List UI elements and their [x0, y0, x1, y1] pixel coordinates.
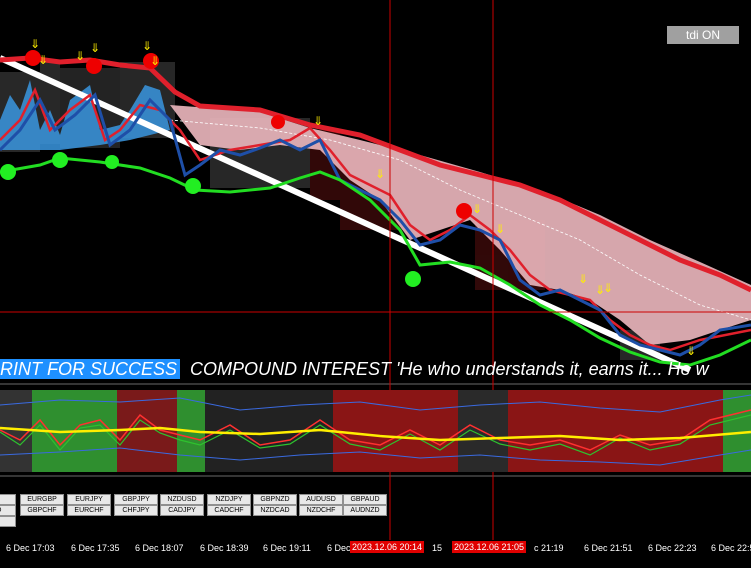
- time-label: 6 Dec 17:35: [71, 543, 120, 553]
- time-label: 6 Dec 18:39: [200, 543, 249, 553]
- pair-button[interactable]: GBPNZD: [253, 494, 297, 505]
- svg-text:⇓: ⇓: [578, 272, 588, 286]
- pair-button[interactable]: EURJPY: [67, 494, 111, 505]
- currency-pair-panel: EURGBP EURJPY GBPJPY NZDUSD NZDJPY GBPNZD AUDU…: [0, 494, 400, 530]
- pair-button[interactable]: NZDJPY: [207, 494, 251, 505]
- pair-button[interactable]: GBPCHF: [20, 505, 64, 516]
- time-marker: 2023.12.06 21:05: [452, 541, 527, 553]
- time-label: 6 Dec 22:23: [648, 543, 697, 553]
- svg-text:⇓: ⇓: [313, 114, 323, 128]
- news-ticker: RINT FOR SUCCESS COMPOUND INTEREST 'He wh…: [0, 358, 751, 380]
- pair-button[interactable]: NZDUSD: [160, 494, 204, 505]
- pair-button[interactable]: NZDCHF: [299, 505, 343, 516]
- time-marker: 2023.12.06 20:14: [350, 541, 425, 553]
- pair-button[interactable]: ZD: [0, 516, 16, 527]
- pair-button[interactable]: AUDNZD: [343, 505, 387, 516]
- pair-button[interactable]: CADCHF: [207, 505, 251, 516]
- price-chart: ⇓ ⇓ ⇓ ⇓ ⇓ ⇓ ⇓ ⇓ ⇓ ⇓ ⇓ ⇓ ⇓ ⇓: [0, 0, 751, 568]
- pair-button[interactable]: AUDUSD: [299, 494, 343, 505]
- pair-button[interactable]: CHFJPY: [114, 505, 158, 516]
- time-label: 6 Dec 21:51: [584, 543, 633, 553]
- pair-button[interactable]: GBPAUD: [343, 494, 387, 505]
- time-label: c 21:19: [534, 543, 564, 553]
- svg-text:⇓: ⇓: [38, 53, 48, 67]
- svg-text:⇓: ⇓: [75, 49, 85, 63]
- time-label: 6 Dec: [327, 543, 351, 553]
- pair-button[interactable]: EURCHF: [67, 505, 111, 516]
- tdi-toggle-button[interactable]: tdi ON: [667, 26, 739, 44]
- ticker-text: COMPOUND INTEREST 'He who understands it…: [190, 359, 709, 379]
- time-axis: 6 Dec 17:03 6 Dec 17:35 6 Dec 18:07 6 De…: [0, 540, 751, 556]
- time-label: 6 Dec 19:11: [263, 543, 311, 553]
- pair-button[interactable]: CADJPY: [160, 505, 204, 516]
- pair-button[interactable]: EURGBP: [20, 494, 64, 505]
- pair-button[interactable]: [0, 494, 16, 505]
- time-label: 15: [432, 543, 443, 553]
- svg-text:⇓: ⇓: [495, 222, 505, 236]
- time-label: 6 Dec 17:03: [6, 543, 55, 553]
- svg-text:⇓: ⇓: [375, 167, 385, 181]
- svg-text:⇓: ⇓: [472, 202, 482, 216]
- svg-text:⇓: ⇓: [142, 39, 152, 53]
- svg-text:⇓: ⇓: [686, 344, 696, 358]
- pair-button[interactable]: CAD: [0, 505, 16, 516]
- time-label: 6 Dec 22:55: [711, 543, 751, 553]
- time-label: 6 Dec 18:07: [135, 543, 184, 553]
- pair-button[interactable]: GBPJPY: [114, 494, 158, 505]
- ticker-highlight: RINT FOR SUCCESS: [0, 359, 181, 379]
- svg-text:⇓: ⇓: [150, 54, 160, 68]
- svg-text:⇓: ⇓: [603, 281, 613, 295]
- svg-text:⇓: ⇓: [30, 37, 40, 51]
- svg-text:⇓: ⇓: [90, 41, 100, 55]
- pair-button[interactable]: NZDCAD: [253, 505, 297, 516]
